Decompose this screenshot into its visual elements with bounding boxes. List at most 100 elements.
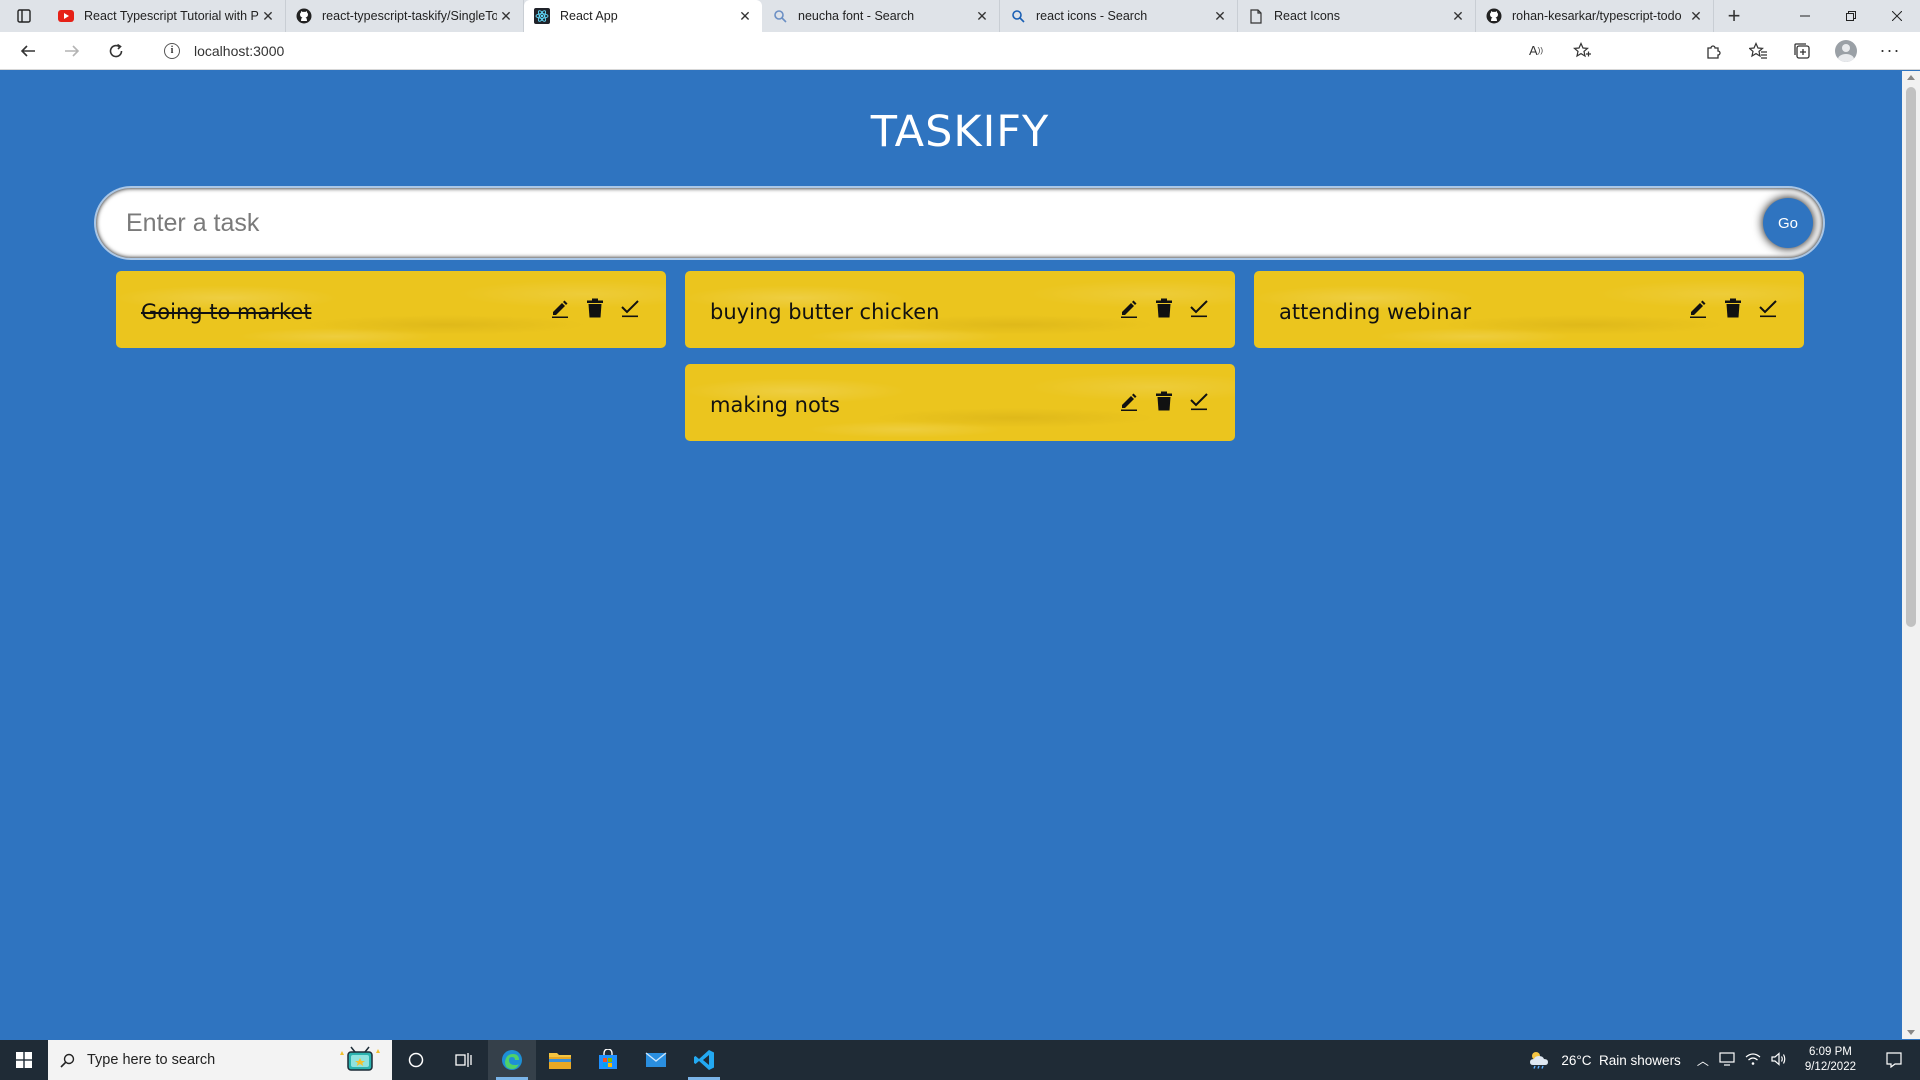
- done-check-icon[interactable]: [1756, 296, 1779, 319]
- vscode-button[interactable]: [680, 1040, 728, 1080]
- close-icon[interactable]: ✕: [973, 7, 991, 25]
- tab-neucha-search[interactable]: neucha font - Search ✕: [762, 0, 1000, 32]
- windows-logo-icon: [16, 1052, 32, 1068]
- done-check-icon[interactable]: [618, 296, 641, 319]
- done-check-icon[interactable]: [1187, 296, 1210, 319]
- forward-button[interactable]: [50, 35, 94, 67]
- show-hidden-icons-icon[interactable]: ︿: [1697, 1052, 1709, 1069]
- task-view-button[interactable]: [440, 1040, 488, 1080]
- close-icon[interactable]: ✕: [497, 7, 515, 25]
- forward-arrow-icon: [65, 44, 80, 57]
- new-tab-button[interactable]: +: [1714, 0, 1754, 32]
- weather-text[interactable]: 26°C Rain showers: [1561, 1053, 1680, 1068]
- close-icon[interactable]: ✕: [259, 7, 277, 25]
- delete-icon[interactable]: [1152, 389, 1175, 412]
- tab-title: react-typescript-taskify/SingleTo: [322, 9, 497, 23]
- start-button[interactable]: [0, 1040, 48, 1080]
- task-card: buying butter chicken: [685, 271, 1235, 348]
- back-arrow-icon: [20, 44, 35, 57]
- tab-title: React Typescript Tutorial with Pr: [84, 9, 259, 23]
- more-options-icon[interactable]: ···: [1878, 39, 1902, 63]
- clock[interactable]: 6:09 PM 9/12/2022: [1805, 1045, 1856, 1075]
- restore-button[interactable]: [1828, 0, 1874, 32]
- mail-icon: [645, 1052, 667, 1067]
- tab-react-icons[interactable]: React Icons ✕: [1238, 0, 1476, 32]
- extensions-icon[interactable]: [1702, 39, 1726, 63]
- collections-icon[interactable]: [1790, 39, 1814, 63]
- edit-icon[interactable]: [1117, 389, 1140, 412]
- read-aloud-icon[interactable]: A)): [1524, 39, 1548, 63]
- notification-icon: [1886, 1052, 1902, 1068]
- notification-center-button[interactable]: [1874, 1040, 1914, 1080]
- store-button[interactable]: [584, 1040, 632, 1080]
- scroll-up-icon[interactable]: [1907, 75, 1915, 80]
- add-favorite-icon[interactable]: [1570, 39, 1594, 63]
- minimize-button[interactable]: [1782, 0, 1828, 32]
- avatar-icon: [1835, 39, 1857, 62]
- task-text: buying butter chicken: [710, 299, 940, 324]
- scroll-thumb[interactable]: [1906, 87, 1916, 627]
- delete-icon[interactable]: [1152, 296, 1175, 319]
- task-card: making nots: [685, 364, 1235, 441]
- mail-button[interactable]: [632, 1040, 680, 1080]
- github-icon: [296, 8, 312, 24]
- tab-title: react icons - Search: [1036, 9, 1148, 23]
- edit-icon[interactable]: [1686, 296, 1709, 319]
- close-icon[interactable]: ✕: [1687, 7, 1705, 25]
- tab-github-todo[interactable]: rohan-kesarkar/typescript-todo ✕: [1476, 0, 1714, 32]
- display-icon[interactable]: [1719, 1051, 1735, 1069]
- volume-icon[interactable]: [1771, 1051, 1787, 1069]
- clock-time: 6:09 PM: [1809, 1046, 1852, 1058]
- cortana-icon: [408, 1052, 424, 1068]
- file-explorer-button[interactable]: [536, 1040, 584, 1080]
- search-highlight-tv-icon: [340, 1046, 380, 1071]
- page-viewport: TASKIFY Go Going to market buying butter…: [0, 71, 1902, 1039]
- react-icon: [534, 8, 550, 24]
- refresh-button[interactable]: [94, 35, 138, 67]
- close-icon[interactable]: ✕: [736, 7, 754, 25]
- task-actions: [1117, 389, 1210, 412]
- vscode-icon: [694, 1050, 714, 1070]
- close-window-button[interactable]: [1874, 0, 1920, 32]
- task-form: Go: [96, 188, 1823, 258]
- address-bar[interactable]: i localhost:3000 A)): [148, 36, 1608, 66]
- tab-title: neucha font - Search: [798, 9, 915, 23]
- profile-avatar[interactable]: [1834, 39, 1858, 63]
- taskbar-search[interactable]: Type here to search: [48, 1040, 392, 1080]
- delete-icon[interactable]: [583, 296, 606, 319]
- tab-title: rohan-kesarkar/typescript-todo: [1512, 9, 1682, 23]
- page-scrollbar[interactable]: [1902, 71, 1920, 1039]
- close-icon[interactable]: ✕: [1449, 7, 1467, 25]
- windows-taskbar: Type here to search 26°C Rain showers ︿: [0, 1040, 1920, 1080]
- task-input[interactable]: [96, 188, 1823, 258]
- close-icon[interactable]: ✕: [1211, 7, 1229, 25]
- edit-icon[interactable]: [1117, 296, 1140, 319]
- task-list: Going to market buying butter chicken at…: [116, 271, 1804, 441]
- delete-icon[interactable]: [1721, 296, 1744, 319]
- store-bag-icon: [599, 1049, 617, 1069]
- tab-react-app[interactable]: React App ✕: [524, 0, 762, 32]
- go-button[interactable]: Go: [1763, 198, 1813, 248]
- site-info-icon[interactable]: i: [164, 42, 180, 59]
- scroll-down-icon[interactable]: [1907, 1030, 1915, 1035]
- edit-icon[interactable]: [548, 296, 571, 319]
- task-view-icon: [455, 1053, 472, 1067]
- github-icon: [1486, 8, 1502, 24]
- task-card: Going to market: [116, 271, 666, 348]
- tab-github-taskify[interactable]: react-typescript-taskify/SingleTo ✕: [286, 0, 524, 32]
- favorites-icon[interactable]: [1746, 39, 1770, 63]
- weather-icon[interactable]: [1527, 1049, 1551, 1072]
- wifi-icon[interactable]: [1745, 1052, 1761, 1069]
- empty-slot: [116, 364, 666, 441]
- task-text: making nots: [710, 392, 840, 417]
- cortana-button[interactable]: [392, 1040, 440, 1080]
- tab-actions-button[interactable]: [0, 0, 48, 32]
- task-actions: [548, 296, 641, 319]
- done-check-icon[interactable]: [1187, 389, 1210, 412]
- back-button[interactable]: [6, 35, 50, 67]
- edge-taskbar-button[interactable]: [488, 1040, 536, 1080]
- clock-date: 9/12/2022: [1804, 1061, 1856, 1073]
- tab-youtube[interactable]: React Typescript Tutorial with Pr ✕: [48, 0, 286, 32]
- page-icon: [1248, 8, 1264, 24]
- tab-react-icons-search[interactable]: react icons - Search ✕: [1000, 0, 1238, 32]
